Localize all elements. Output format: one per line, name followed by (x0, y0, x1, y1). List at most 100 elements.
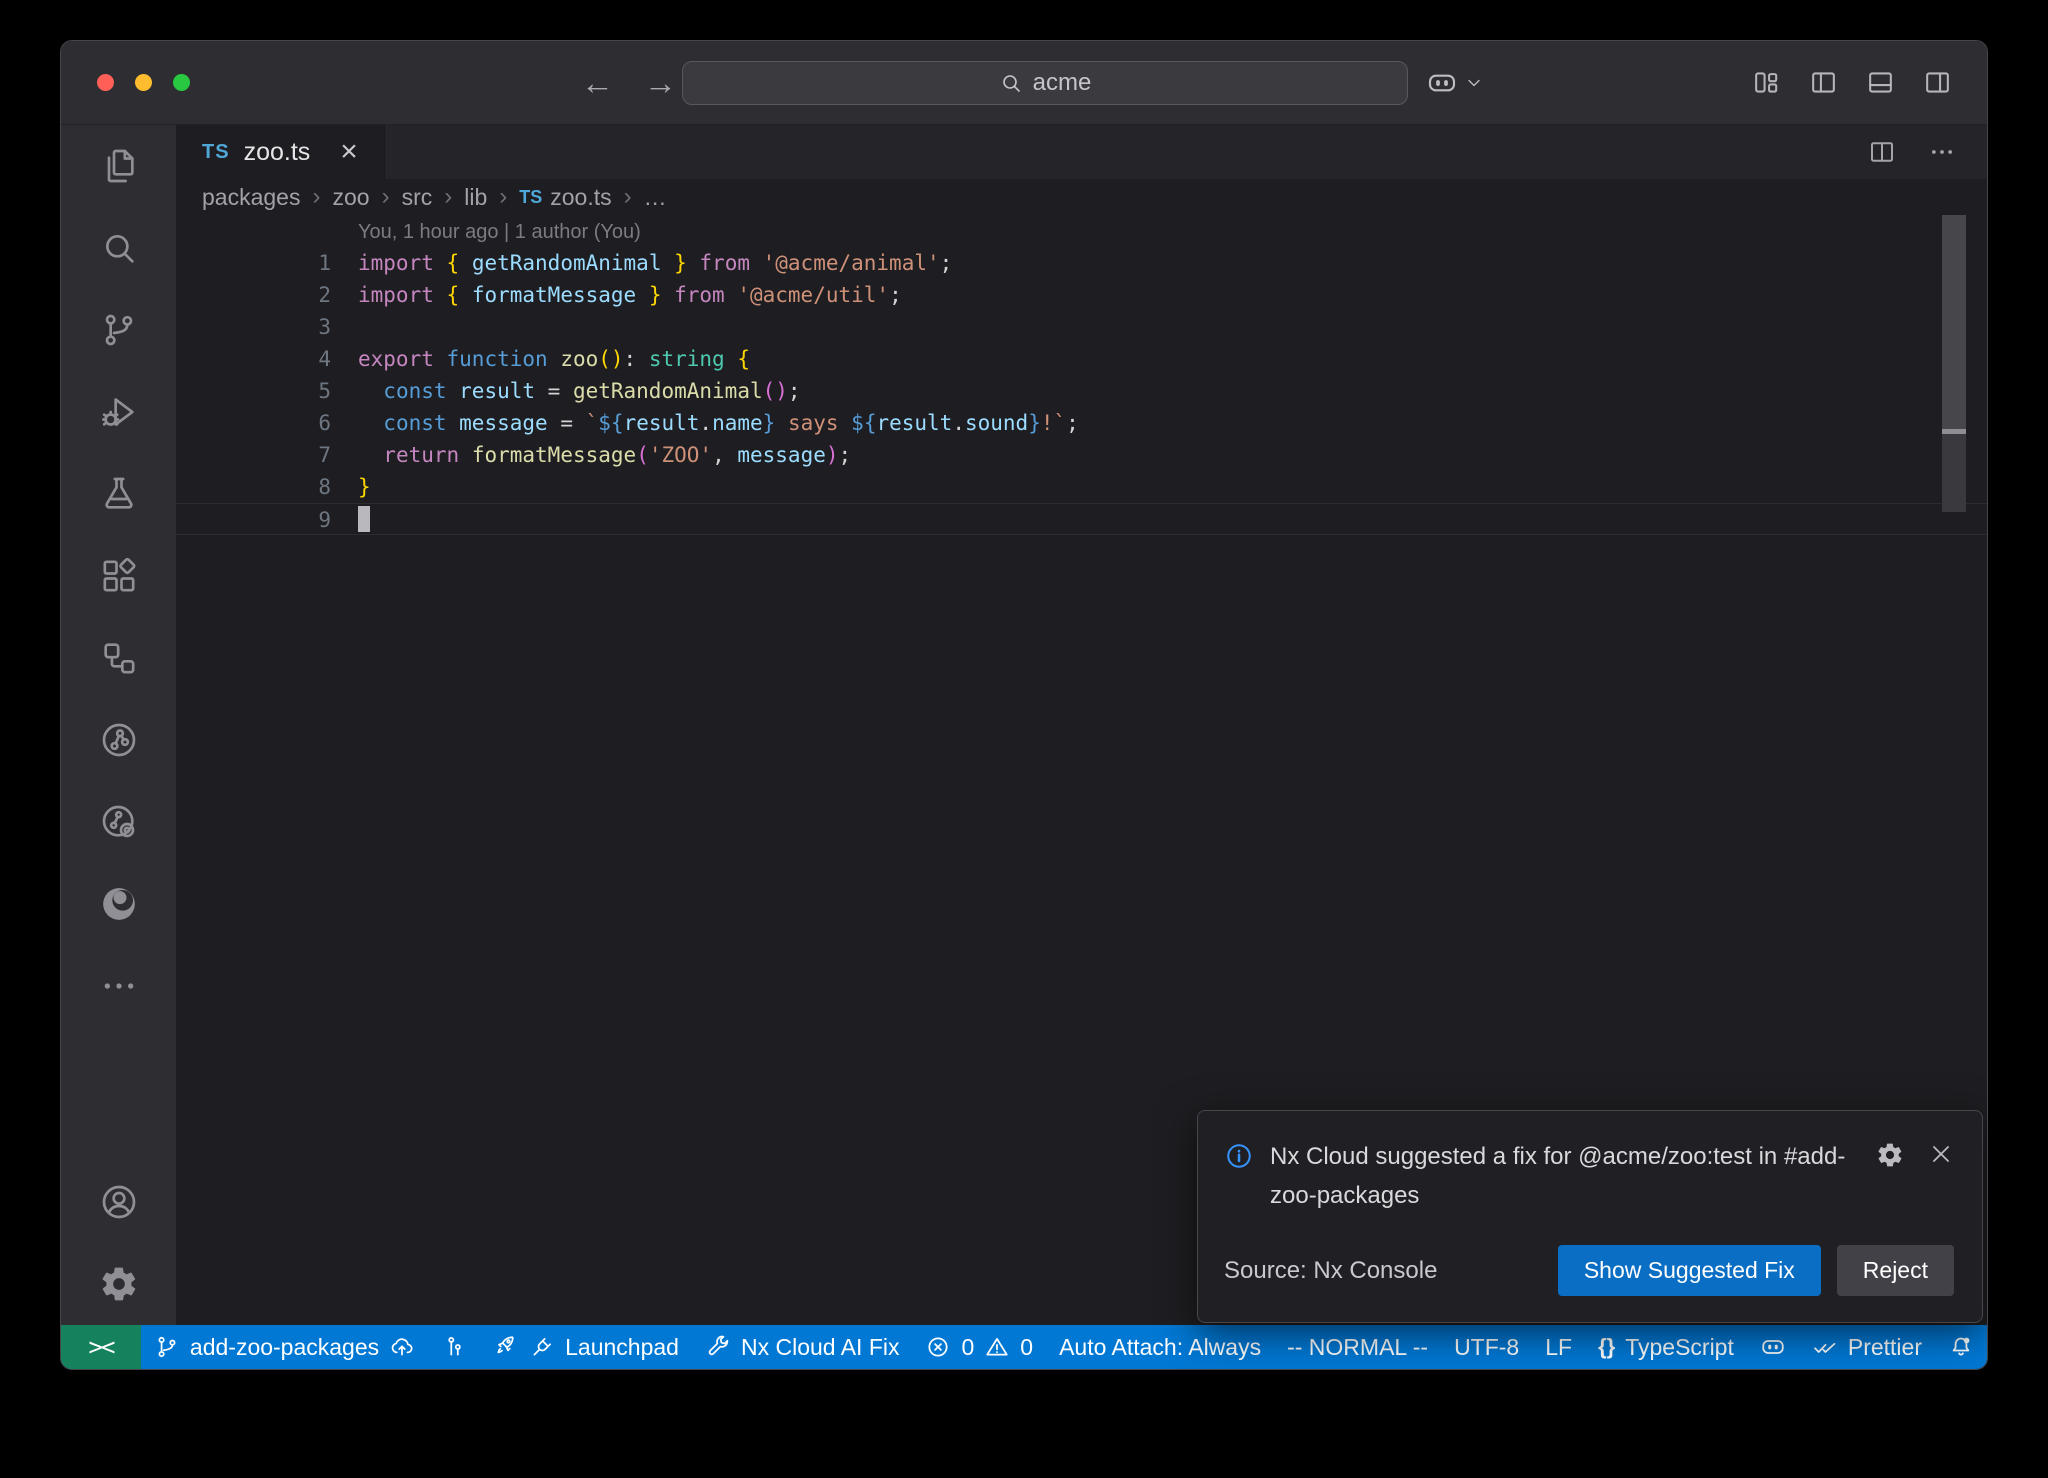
code-line-4[interactable]: 4export function zoo(): string { (176, 343, 1987, 375)
reject-button[interactable]: Reject (1837, 1245, 1954, 1296)
tab-zoo-ts[interactable]: TS zoo.ts × (176, 125, 385, 179)
testing-icon (99, 474, 139, 514)
status-item-problems[interactable]: 00 (912, 1325, 1046, 1369)
status-item-commit-graph[interactable] (428, 1325, 480, 1369)
breadcrumb-item-lib[interactable]: lib (464, 184, 487, 211)
code-line-9[interactable]: 9 (176, 503, 1987, 535)
activity-bar-item-source-control[interactable] (61, 289, 176, 371)
remote-explorer-icon (99, 638, 139, 678)
status-item-language-mode[interactable]: {}TypeScript (1585, 1325, 1747, 1369)
status-item-eol[interactable]: LF (1532, 1325, 1585, 1369)
activity-bar-item-nx-console[interactable] (61, 699, 176, 781)
code-line-8[interactable]: 8} (176, 471, 1987, 503)
show-suggested-fix-button[interactable]: Show Suggested Fix (1558, 1245, 1821, 1296)
git-branch-icon (154, 1334, 180, 1360)
git-blame-annotation: You, 1 hour ago | 1 author (You) (176, 217, 1987, 247)
accounts-icon (99, 1182, 139, 1222)
breadcrumb-item-zoo-ts[interactable]: TSzoo.ts (519, 184, 611, 211)
breadcrumb-label: src (402, 184, 433, 211)
line-number: 3 (176, 311, 331, 343)
remote-indicator[interactable]: >< (61, 1325, 141, 1369)
status-item-notifications-bell[interactable] (1935, 1325, 1987, 1369)
status-item-text: Launchpad (565, 1334, 679, 1361)
code-line-1[interactable]: 1import { getRandomAnimal } from '@acme/… (176, 247, 1987, 279)
copilot-icon (1760, 1334, 1786, 1360)
scrollbar-decoration (1942, 434, 1966, 512)
navigate-back-button[interactable]: ← (581, 64, 614, 102)
rocket-icon (493, 1334, 519, 1360)
breadcrumb-item--[interactable]: … (644, 184, 667, 211)
editor-cursor (358, 506, 370, 532)
breadcrumb-item-packages[interactable]: packages (202, 184, 300, 211)
status-item-text: 0 (1020, 1334, 1033, 1361)
customize-layout-icon[interactable] (1751, 67, 1782, 98)
activity-bar-item-run-and-debug[interactable] (61, 371, 176, 453)
desktop: { "title_bar": { "nav": {"back": "←", "f… (0, 0, 2048, 1478)
code-line-text: export function zoo(): string { (331, 343, 750, 375)
toggle-panel-icon[interactable] (1865, 67, 1896, 98)
status-item-git-branch[interactable]: add-zoo-packages (141, 1325, 428, 1369)
breadcrumb-label: … (644, 184, 667, 211)
minimize-window-button[interactable] (135, 74, 152, 91)
notification-toast: Nx Cloud suggested a fix for @acme/zoo:t… (1197, 1110, 1983, 1323)
activity-bar-item-remote-explorer[interactable] (61, 617, 176, 699)
status-item-text: add-zoo-packages (190, 1334, 379, 1361)
code-line-text: const message = `${result.name} says ${r… (331, 407, 1079, 439)
status-item-text: UTF-8 (1454, 1334, 1519, 1361)
double-check-icon (1812, 1334, 1838, 1360)
activity-bar-item-testing[interactable] (61, 453, 176, 535)
activity-bar-item-nx-cloud[interactable] (61, 781, 176, 863)
breadcrumb-item-src[interactable]: src (402, 184, 433, 211)
status-item-copilot-status[interactable] (1747, 1325, 1799, 1369)
breadcrumb-label: zoo.ts (550, 184, 611, 211)
breadcrumb-label: zoo (332, 184, 369, 211)
status-item-auto-attach[interactable]: Auto Attach: Always (1046, 1325, 1274, 1369)
activity-bar-item-edge-tools[interactable] (61, 863, 176, 945)
edge-tools-icon (99, 884, 139, 924)
notification-close-icon[interactable] (1928, 1141, 1954, 1167)
close-window-button[interactable] (97, 74, 114, 91)
tab-close-icon[interactable]: × (340, 137, 358, 167)
plug-icon (529, 1334, 555, 1360)
more-actions-icon[interactable] (1927, 137, 1957, 167)
activity-bar-item-settings[interactable] (61, 1243, 176, 1325)
line-number: 1 (176, 247, 331, 279)
layout-controls (1751, 41, 1953, 124)
tab-label: zoo.ts (244, 138, 311, 167)
notification-settings-gear-icon[interactable] (1876, 1141, 1904, 1169)
copilot-menu[interactable] (1426, 41, 1484, 124)
source-control-icon (99, 310, 139, 350)
status-item-encoding[interactable]: UTF-8 (1441, 1325, 1532, 1369)
command-center-search[interactable]: acme (682, 61, 1408, 105)
more-views-icon (99, 966, 139, 1006)
activity-bar-item-extensions[interactable] (61, 535, 176, 617)
code-line-5[interactable]: 5 const result = getRandomAnimal(); (176, 375, 1987, 407)
breadcrumb-separator: › (499, 183, 507, 211)
scrollbar-thumb[interactable] (1942, 215, 1966, 429)
breadcrumb-item-zoo[interactable]: zoo (332, 184, 369, 211)
activity-bar-item-search[interactable] (61, 207, 176, 289)
status-item-formatter[interactable]: Prettier (1799, 1325, 1935, 1369)
navigate-forward-button[interactable]: → (644, 64, 677, 102)
status-item-text: Nx Cloud AI Fix (741, 1334, 900, 1361)
zoom-window-button[interactable] (173, 74, 190, 91)
activity-bar-item-more-views[interactable] (61, 945, 176, 1027)
breadcrumb: packages›zoo›src›lib›TSzoo.ts›… (176, 179, 1987, 215)
commit-graph-icon (441, 1334, 467, 1360)
status-item-vim-mode[interactable]: -- NORMAL -- (1274, 1325, 1441, 1369)
explorer-icon (99, 146, 139, 186)
activity-bar-item-accounts[interactable] (61, 1161, 176, 1243)
toggle-secondary-sidebar-icon[interactable] (1922, 67, 1953, 98)
toggle-primary-sidebar-icon[interactable] (1808, 67, 1839, 98)
window-controls (97, 74, 190, 91)
cloud-upload-icon (389, 1334, 415, 1360)
code-line-6[interactable]: 6 const message = `${result.name} says $… (176, 407, 1987, 439)
code-line-7[interactable]: 7 return formatMessage('ZOO', message); (176, 439, 1987, 471)
status-item-text: 0 (961, 1334, 974, 1361)
split-editor-icon[interactable] (1867, 137, 1897, 167)
activity-bar-item-explorer[interactable] (61, 125, 176, 207)
code-line-3[interactable]: 3 (176, 311, 1987, 343)
status-item-nx-cloud-ai-fix[interactable]: Nx Cloud AI Fix (692, 1325, 913, 1369)
status-item-launchpad[interactable]: Launchpad (480, 1325, 692, 1369)
code-line-2[interactable]: 2import { formatMessage } from '@acme/ut… (176, 279, 1987, 311)
